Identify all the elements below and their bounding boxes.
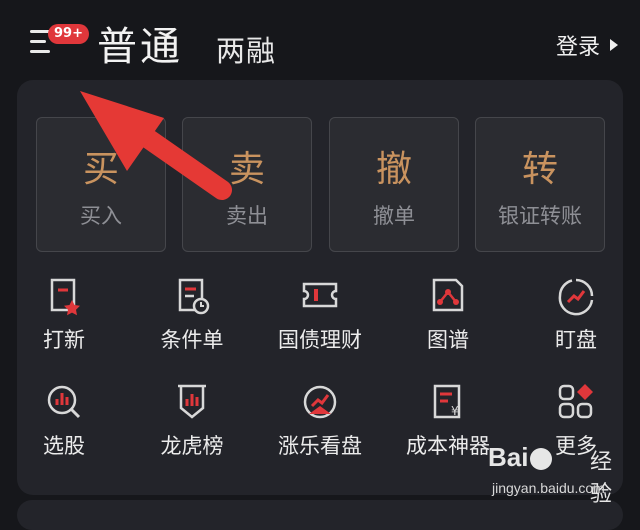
grid-item-graph[interactable]: 图谱: [388, 276, 508, 368]
grid-item-ipo[interactable]: 打新: [4, 276, 124, 368]
sell-char: 卖: [228, 149, 265, 190]
graph-icon: [432, 278, 464, 312]
menu-icon: [30, 30, 50, 33]
dragon-tiger-icon: [178, 384, 206, 419]
watermark-url: jingyan.baidu.com: [492, 480, 605, 496]
cancel-order-button[interactable]: 撤 撤单: [329, 117, 459, 252]
grid-item-watch[interactable]: 盯盘: [516, 276, 636, 368]
cost-tool-icon: ¥: [433, 384, 461, 419]
tab-normal[interactable]: 普通: [97, 14, 183, 72]
transfer-char: 转: [521, 149, 558, 190]
caret-right-icon: [610, 39, 618, 51]
tab-margin[interactable]: 两融: [216, 28, 276, 70]
grid-label: 国债理财: [278, 328, 362, 352]
cancel-label: 撤单: [373, 204, 415, 228]
gauge-icon: [303, 385, 337, 419]
menu-icon: [30, 50, 50, 53]
ipo-icon: [50, 278, 80, 316]
sell-button[interactable]: 卖 卖出: [182, 117, 312, 252]
grid-label: 条件单: [160, 328, 224, 352]
watch-icon: [558, 278, 594, 316]
grid-label: 打新: [43, 328, 85, 352]
grid-label: 涨乐看盘: [278, 434, 362, 458]
bond-icon: [302, 282, 338, 308]
buy-char: 买: [82, 149, 119, 190]
login-label: 登录: [555, 35, 600, 60]
cancel-char: 撤: [375, 149, 412, 190]
buy-label: 买入: [80, 204, 122, 228]
grid-label: 选股: [43, 434, 85, 458]
grid-item-gauge[interactable]: 涨乐看盘: [260, 382, 380, 474]
grid-item-stock-picker[interactable]: 选股: [4, 382, 124, 474]
login-button[interactable]: 登录: [556, 29, 618, 61]
paw-icon: [530, 448, 553, 471]
watermark-text: 经验: [590, 450, 613, 507]
grid-label: 盯盘: [555, 328, 597, 352]
more-icon: [558, 384, 593, 419]
baidu-logo: Bai: [488, 442, 554, 473]
grid-item-condition-order[interactable]: 条件单: [132, 276, 252, 368]
svg-text:¥: ¥: [451, 404, 459, 418]
notification-badge: 99+: [48, 24, 89, 44]
stock-picker-icon: [47, 385, 81, 419]
menu-icon: [30, 40, 46, 43]
grid-item-bond[interactable]: 国债理财: [260, 276, 380, 368]
sell-label: 卖出: [226, 204, 268, 228]
condition-order-icon: [178, 278, 210, 315]
grid-label: 龙虎榜: [160, 434, 224, 458]
grid-label: 图谱: [427, 328, 469, 352]
buy-button[interactable]: 买 买入: [36, 117, 166, 252]
transfer-label: 银证转账: [498, 204, 582, 228]
secondary-panel: [17, 500, 623, 530]
baidu-watermark: Bai 经验 jingyan.baidu.com: [488, 440, 628, 507]
top-bar: 99+ 普通 两融 登录: [0, 0, 640, 82]
grid-item-dragon-tiger[interactable]: 龙虎榜: [132, 382, 252, 474]
bank-transfer-button[interactable]: 转 银证转账: [475, 117, 605, 252]
